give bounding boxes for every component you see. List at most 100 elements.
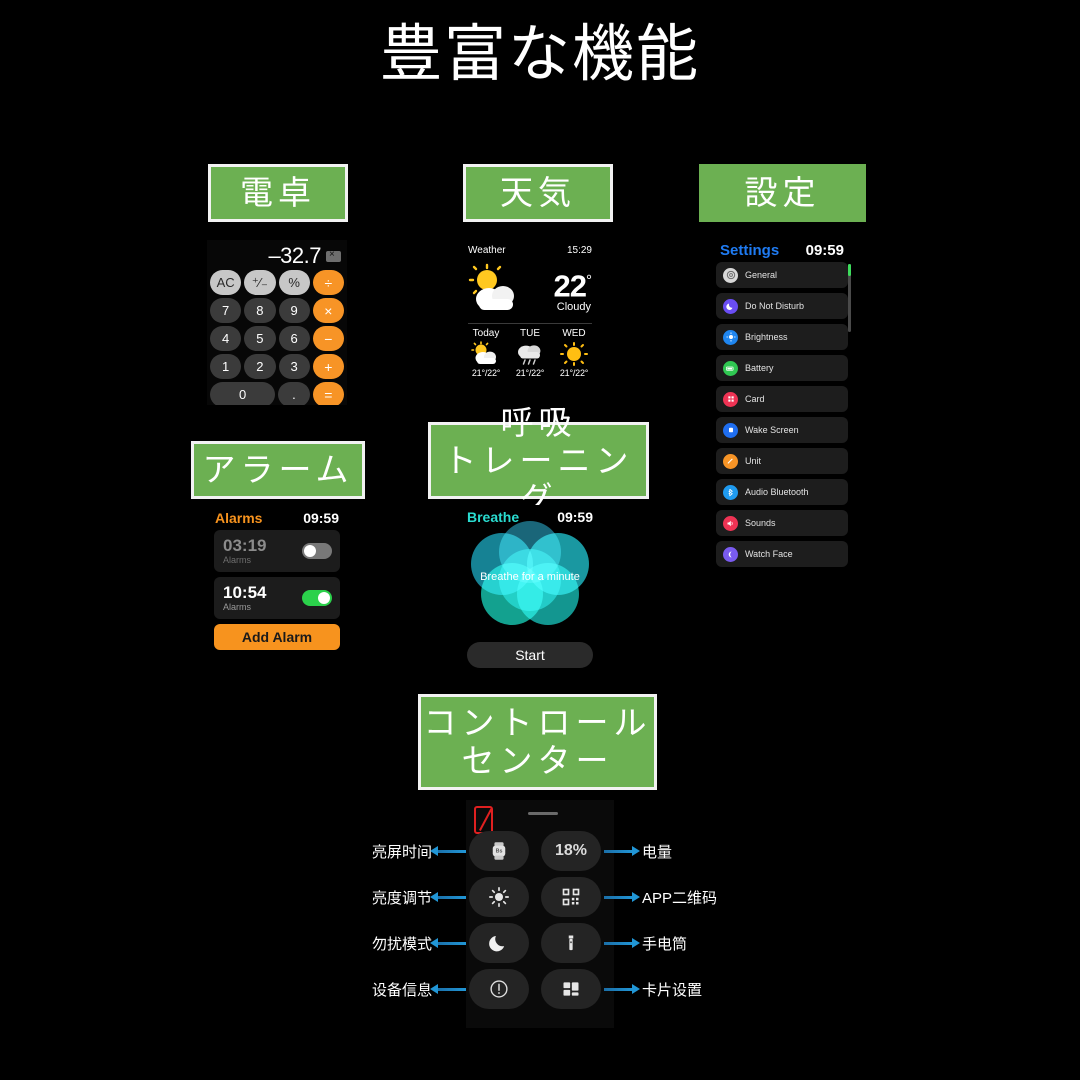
calculator-row: 7 8 9 × xyxy=(207,298,347,326)
calc-key-3[interactable]: 3 xyxy=(278,354,310,379)
cc-right-label: 手电筒 xyxy=(642,935,688,953)
sidebar-item-label: Card xyxy=(745,394,765,404)
sidebar-item-brightness[interactable]: Brightness xyxy=(716,324,848,350)
calc-key-equals[interactable]: = xyxy=(312,382,344,405)
cc-left-label: 亮度调节 xyxy=(371,889,432,907)
forecast-day-temps: 21°/22° xyxy=(515,368,545,378)
flashlight-icon[interactable] xyxy=(541,923,601,963)
toggle-knob xyxy=(304,545,316,557)
alarm-toggle-on[interactable] xyxy=(302,590,332,606)
arrow-left-icon xyxy=(430,984,466,994)
calc-key-8[interactable]: 8 xyxy=(244,298,276,323)
sidebar-item-label: Brightness xyxy=(745,332,788,342)
control-center-row: 勿扰模式 手电筒 xyxy=(336,920,744,966)
sidebar-item-label: Unit xyxy=(745,456,762,466)
moon-icon[interactable] xyxy=(469,923,529,963)
calc-key-decimal[interactable]: . xyxy=(278,382,310,405)
caption-control-center: コントロール センター xyxy=(418,694,657,790)
calculator-row: 0 . = xyxy=(207,382,347,405)
alarms-panel: Alarms 09:59 03:19 Alarms 10:54 Alarms A… xyxy=(207,505,347,673)
control-center-row: 亮屏时间 Bs 18% 电量 xyxy=(336,828,744,874)
calc-key-divide[interactable]: ÷ xyxy=(312,270,344,295)
weather-time: 15:29 xyxy=(566,245,592,256)
calc-key-7[interactable]: 7 xyxy=(210,298,242,323)
sidebar-item-general[interactable]: General xyxy=(716,262,848,288)
forecast-day: Today 21°/22° xyxy=(464,328,508,378)
qrcode-icon[interactable] xyxy=(541,877,601,917)
caption-calculator: 電卓 xyxy=(208,164,348,222)
backspace-icon[interactable] xyxy=(326,248,341,262)
sidebar-item-label: Wake Screen xyxy=(745,425,799,435)
calc-key-plus[interactable]: + xyxy=(312,354,344,379)
forecast-day-name: Today xyxy=(472,328,500,339)
sidebar-item-battery[interactable]: Battery xyxy=(716,355,848,381)
calc-key-9[interactable]: 9 xyxy=(278,298,310,323)
page-title: 豊富な機能 xyxy=(379,20,700,89)
cc-right-label: 卡片设置 xyxy=(642,981,703,999)
brightness-icon[interactable] xyxy=(469,877,529,917)
info-icon[interactable] xyxy=(469,969,529,1009)
sidebar-item-card[interactable]: Card xyxy=(716,386,848,412)
breathe-flower-graphic: Breathe for a minute xyxy=(459,521,601,628)
toggle-knob xyxy=(318,592,330,604)
calculator-display: –32.7 xyxy=(207,240,347,270)
calc-key-1[interactable]: 1 xyxy=(210,354,242,379)
sidebar-item-wake-screen[interactable]: Wake Screen xyxy=(716,417,848,443)
forecast-day: TUE 21°/22° xyxy=(508,328,552,378)
sidebar-item-watch-face[interactable]: Watch Face xyxy=(716,541,848,567)
calculator-panel: –32.7 AC ⁺∕₋ % ÷ 7 8 9 × 4 5 6 − 1 2 3 + xyxy=(207,240,347,405)
calc-key-multiply[interactable]: × xyxy=(312,298,344,323)
gear-icon xyxy=(723,267,738,283)
alarm-time: 03:19 xyxy=(223,536,267,555)
sun-behind-cloud-icon xyxy=(465,263,527,315)
cloud-with-rain-icon xyxy=(508,341,552,367)
card-icon xyxy=(723,391,738,407)
forecast-day-name: WED xyxy=(562,328,586,339)
calc-key-5[interactable]: 5 xyxy=(244,326,276,351)
calculator-display-value: –32.7 xyxy=(268,243,321,268)
pen-icon xyxy=(723,453,738,469)
caption-settings: 設定 xyxy=(699,164,866,222)
control-center-row: 亮度调节 APP二维码 xyxy=(336,874,744,920)
alarm-row-1[interactable]: 03:19 Alarms xyxy=(214,530,340,572)
alarm-toggle-off[interactable] xyxy=(302,543,332,559)
caption-control-center-line2: センター xyxy=(461,742,614,779)
alarm-subtitle: Alarms xyxy=(223,555,252,565)
forecast-day: WED 21°/22° xyxy=(552,328,596,378)
alarms-header: Alarms 09:59 xyxy=(207,505,347,530)
battery-percent-tile[interactable]: 18% xyxy=(541,831,601,871)
speaker-icon xyxy=(723,515,738,531)
drag-handle[interactable] xyxy=(528,812,558,815)
settings-header: Settings 09:59 xyxy=(712,238,852,262)
calc-key-6[interactable]: 6 xyxy=(278,326,310,351)
control-center-section: 亮屏时间 Bs 18% 电量 亮度调节 APP二维码 勿扰模式 手电筒 设备信息… xyxy=(336,800,744,1032)
caption-breathe: 呼吸 トレーニング xyxy=(428,404,649,517)
add-alarm-button[interactable]: Add Alarm xyxy=(214,624,340,650)
caption-calculator-text: 電卓 xyxy=(240,174,316,211)
calc-key-0[interactable]: 0 xyxy=(210,382,276,405)
sidebar-item-label: Watch Face xyxy=(745,549,793,559)
scrollbar-thumb[interactable] xyxy=(848,264,851,276)
caption-weather: 天気 xyxy=(463,164,613,222)
calc-key-4[interactable]: 4 xyxy=(210,326,242,351)
calc-key-plusminus[interactable]: ⁺∕₋ xyxy=(244,270,276,295)
cc-left-label: 亮屏时间 xyxy=(371,843,432,861)
sidebar-item-sounds[interactable]: Sounds xyxy=(716,510,848,536)
weather-reading: 22° Cloudy xyxy=(527,265,593,314)
alarm-row-2[interactable]: 10:54 Alarms xyxy=(214,577,340,619)
watch-icon[interactable]: Bs xyxy=(469,831,529,871)
calc-key-percent[interactable]: % xyxy=(278,270,310,295)
calculator-row: AC ⁺∕₋ % ÷ xyxy=(207,270,347,298)
arrow-right-icon xyxy=(604,892,640,902)
calc-key-ac[interactable]: AC xyxy=(210,270,242,295)
sidebar-item-audio-bluetooth[interactable]: Audio Bluetooth xyxy=(716,479,848,505)
sidebar-item-unit[interactable]: Unit xyxy=(716,448,848,474)
breathe-start-button[interactable]: Start xyxy=(467,642,593,668)
weather-temperature-value: 22 xyxy=(553,268,587,304)
cards-grid-icon[interactable] xyxy=(541,969,601,1009)
sidebar-item-do-not-disturb[interactable]: Do Not Disturb xyxy=(716,293,848,319)
calc-key-2[interactable]: 2 xyxy=(244,354,276,379)
arrow-right-icon xyxy=(604,846,640,856)
square-icon xyxy=(723,422,738,438)
calc-key-minus[interactable]: − xyxy=(312,326,344,351)
